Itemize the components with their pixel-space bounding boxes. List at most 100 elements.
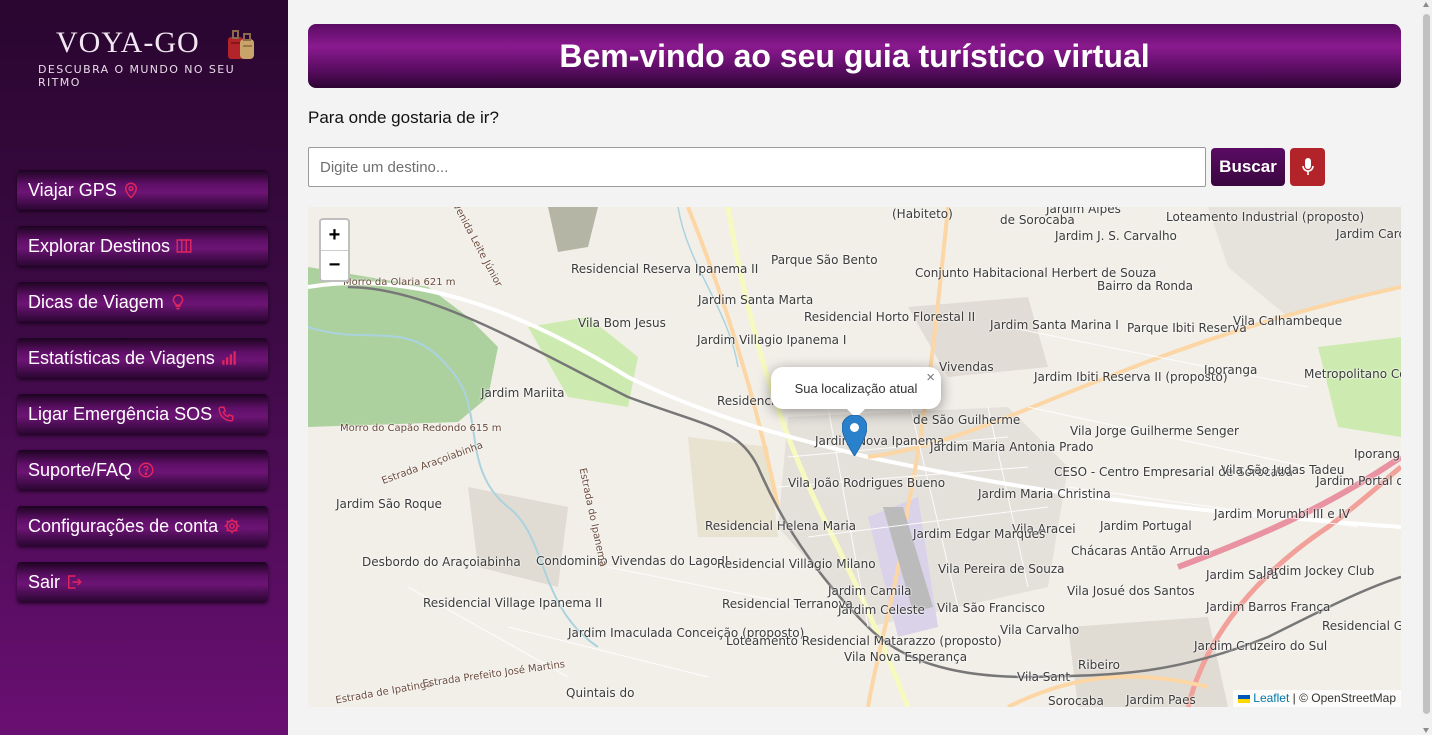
map-label: Vila Carvalho bbox=[1000, 623, 1080, 637]
location-popup: Sua localização atual × bbox=[771, 367, 941, 418]
ukraine-flag-icon bbox=[1237, 694, 1250, 703]
zoom-out-button[interactable]: − bbox=[321, 250, 348, 280]
map-label: Jardim Edgar Marques bbox=[913, 527, 1046, 541]
question-circle-icon bbox=[137, 461, 155, 479]
map-label: Jardim Paes bbox=[1126, 693, 1196, 707]
sidebar-item-configuracoes[interactable]: Configurações de conta bbox=[17, 506, 268, 546]
sidebar-item-label: Configurações de conta bbox=[28, 515, 219, 536]
map-label: Morro da Olaria 621 m bbox=[343, 277, 456, 288]
scroll-up-arrow-icon[interactable] bbox=[1423, 2, 1429, 7]
map-label: Iporanga bbox=[1204, 363, 1258, 377]
map-label: Residencial Terranova bbox=[722, 597, 853, 611]
sidebar-item-label: Suporte/FAQ bbox=[28, 459, 133, 480]
logo: VOYA-GO DESCUBRA O MUNDO NO SEU RITMO bbox=[38, 26, 278, 89]
sidebar: VOYA-GO DESCUBRA O MUNDO NO SEU RITMO Vi… bbox=[0, 0, 288, 735]
voice-search-button[interactable] bbox=[1290, 148, 1325, 186]
leaflet-link[interactable]: Leaflet bbox=[1253, 691, 1289, 705]
map-label: Vila Nova Esperança bbox=[844, 650, 968, 664]
map-label: de São Guilherme bbox=[913, 413, 1021, 427]
map-label: Quintais do bbox=[566, 686, 635, 700]
map-label: Jardim Santa Marta bbox=[698, 293, 814, 307]
search-button[interactable]: Buscar bbox=[1211, 148, 1285, 186]
map-attribution: Leaflet | © OpenStreetMap bbox=[1232, 690, 1401, 707]
gear-icon bbox=[223, 517, 241, 535]
map-label: Parque São Bento bbox=[771, 253, 878, 267]
map-label: Jardim Jockey Club bbox=[1263, 564, 1375, 578]
map-label: Jardim Maria Christina bbox=[978, 487, 1111, 501]
map-label: Loteamento Industrial (proposto) bbox=[1166, 210, 1365, 224]
sidebar-item-viajar-gps[interactable]: Viajar GPS bbox=[17, 170, 268, 210]
destination-question: Para onde gostaria de ir? bbox=[308, 108, 499, 127]
osm-attribution[interactable]: | © OpenStreetMap bbox=[1293, 691, 1396, 705]
zoom-control: + − bbox=[319, 218, 350, 282]
bar-chart-icon bbox=[220, 349, 238, 367]
map-label: Jardim Barros França bbox=[1206, 600, 1331, 614]
sidebar-item-estatisticas[interactable]: Estatísticas de Viagens bbox=[17, 338, 268, 378]
sidebar-item-label: Ligar Emergência SOS bbox=[28, 403, 213, 424]
map-label: Sorocaba bbox=[1048, 694, 1104, 707]
logout-icon bbox=[65, 573, 83, 591]
location-marker-icon[interactable] bbox=[842, 415, 867, 456]
header-banner: Bem-vindo ao seu guia turístico virtual bbox=[308, 24, 1401, 88]
map-label: Chácaras Antão Arruda bbox=[1071, 544, 1211, 558]
sidebar-item-dicas-de-viagem[interactable]: Dicas de Viagem bbox=[17, 282, 268, 322]
phone-icon bbox=[217, 405, 235, 423]
map-label: Jardim Portal da Primavera bbox=[1316, 474, 1401, 488]
map-label: Condominio Vivendas do Lago II bbox=[536, 554, 729, 568]
map-label: Desbordo do Araçoiabinha bbox=[362, 555, 521, 569]
map-label: Vila São Francisco bbox=[937, 601, 1045, 615]
sidebar-item-sair[interactable]: Sair bbox=[17, 562, 268, 602]
sidebar-item-label: Explorar Destinos bbox=[28, 235, 171, 256]
logo-tagline: DESCUBRA O MUNDO NO SEU RITMO bbox=[38, 63, 236, 89]
page-title: Bem-vindo ao seu guia turístico virtual bbox=[559, 37, 1150, 74]
map-label: Residencial Helena Maria bbox=[705, 519, 857, 533]
map-icon bbox=[175, 237, 193, 255]
map-label: Residencial Horto Florestal II bbox=[804, 310, 976, 324]
destination-input[interactable] bbox=[308, 147, 1206, 187]
map-label: Residencial Granja Olga I bbox=[1322, 619, 1401, 633]
scroll-thumb[interactable] bbox=[1423, 14, 1430, 714]
map-label: Loteamento Residencial Matarazzo (propos… bbox=[726, 634, 1002, 648]
map-label: Residencial Village Ipanema II bbox=[423, 596, 603, 610]
sidebar-item-label: Viajar GPS bbox=[28, 179, 117, 200]
map-label: Vila Jorge Guilherme Senger bbox=[1070, 424, 1239, 438]
zoom-in-button[interactable]: + bbox=[321, 220, 348, 250]
map-label: Vila Calhambeque bbox=[1233, 314, 1343, 328]
luggage-icon bbox=[228, 30, 254, 59]
map-label: Jardim J. S. Carvalho bbox=[1055, 229, 1177, 243]
map-label: Jardim Villagio Ipanema I bbox=[697, 333, 847, 347]
scroll-down-arrow-icon[interactable] bbox=[1423, 728, 1429, 733]
logo-title: VOYA-GO bbox=[56, 26, 200, 59]
lightbulb-icon bbox=[169, 293, 187, 311]
map-label: Jardim Alpes bbox=[1046, 207, 1121, 216]
map-label: Vila Josué dos Santos bbox=[1067, 584, 1195, 598]
map-label: Jardim Nova Ipanema bbox=[815, 434, 945, 448]
map-label: Jardim Morumbi III e IV bbox=[1214, 507, 1351, 521]
sidebar-item-label: Dicas de Viagem bbox=[28, 291, 164, 312]
map-label: Vila Bom Jesus bbox=[578, 316, 666, 330]
map-label: Jardim Ibiti Reserva II (proposto) bbox=[1034, 370, 1228, 384]
page-scrollbar[interactable] bbox=[1421, 0, 1432, 735]
microphone-icon bbox=[1301, 158, 1314, 175]
map-label: Jardim Santa Marina I bbox=[990, 318, 1119, 332]
map[interactable]: (Habiteto) Loteamento Industrial (propos… bbox=[308, 207, 1401, 707]
map-label: Residencial Villagio Milano bbox=[717, 557, 876, 571]
map-label: Jardim São Roque bbox=[336, 497, 442, 511]
sidebar-menu: Viajar GPS Explorar Destinos Dicas de Vi… bbox=[17, 170, 268, 618]
map-label: Jardim Portugal bbox=[1100, 519, 1192, 533]
map-label: Residencial Reserva Ipanema II bbox=[571, 262, 759, 276]
map-label: Bairro da Ronda bbox=[1097, 279, 1193, 293]
sidebar-item-label: Sair bbox=[28, 571, 61, 592]
sidebar-item-emergencia-sos[interactable]: Ligar Emergência SOS bbox=[17, 394, 268, 434]
map-label: Morro do Capão Redondo 615 m bbox=[340, 423, 502, 434]
map-label: Metropolitano Condomínio Empresarial bbox=[1304, 367, 1401, 381]
sidebar-item-suporte-faq[interactable]: Suporte/FAQ bbox=[17, 450, 268, 490]
map-label: Vila Sant bbox=[1017, 670, 1071, 684]
map-label: Vila Pereira de Souza bbox=[938, 562, 1065, 576]
map-label: Vivendas bbox=[939, 360, 994, 374]
popup-close-button[interactable]: × bbox=[926, 369, 935, 386]
map-label: Iporang bbox=[1354, 447, 1401, 461]
popup-text: Sua localização atual bbox=[794, 380, 918, 396]
map-label: Vila João Rodrigues Bueno bbox=[788, 476, 946, 490]
sidebar-item-explorar-destinos[interactable]: Explorar Destinos bbox=[17, 226, 268, 266]
